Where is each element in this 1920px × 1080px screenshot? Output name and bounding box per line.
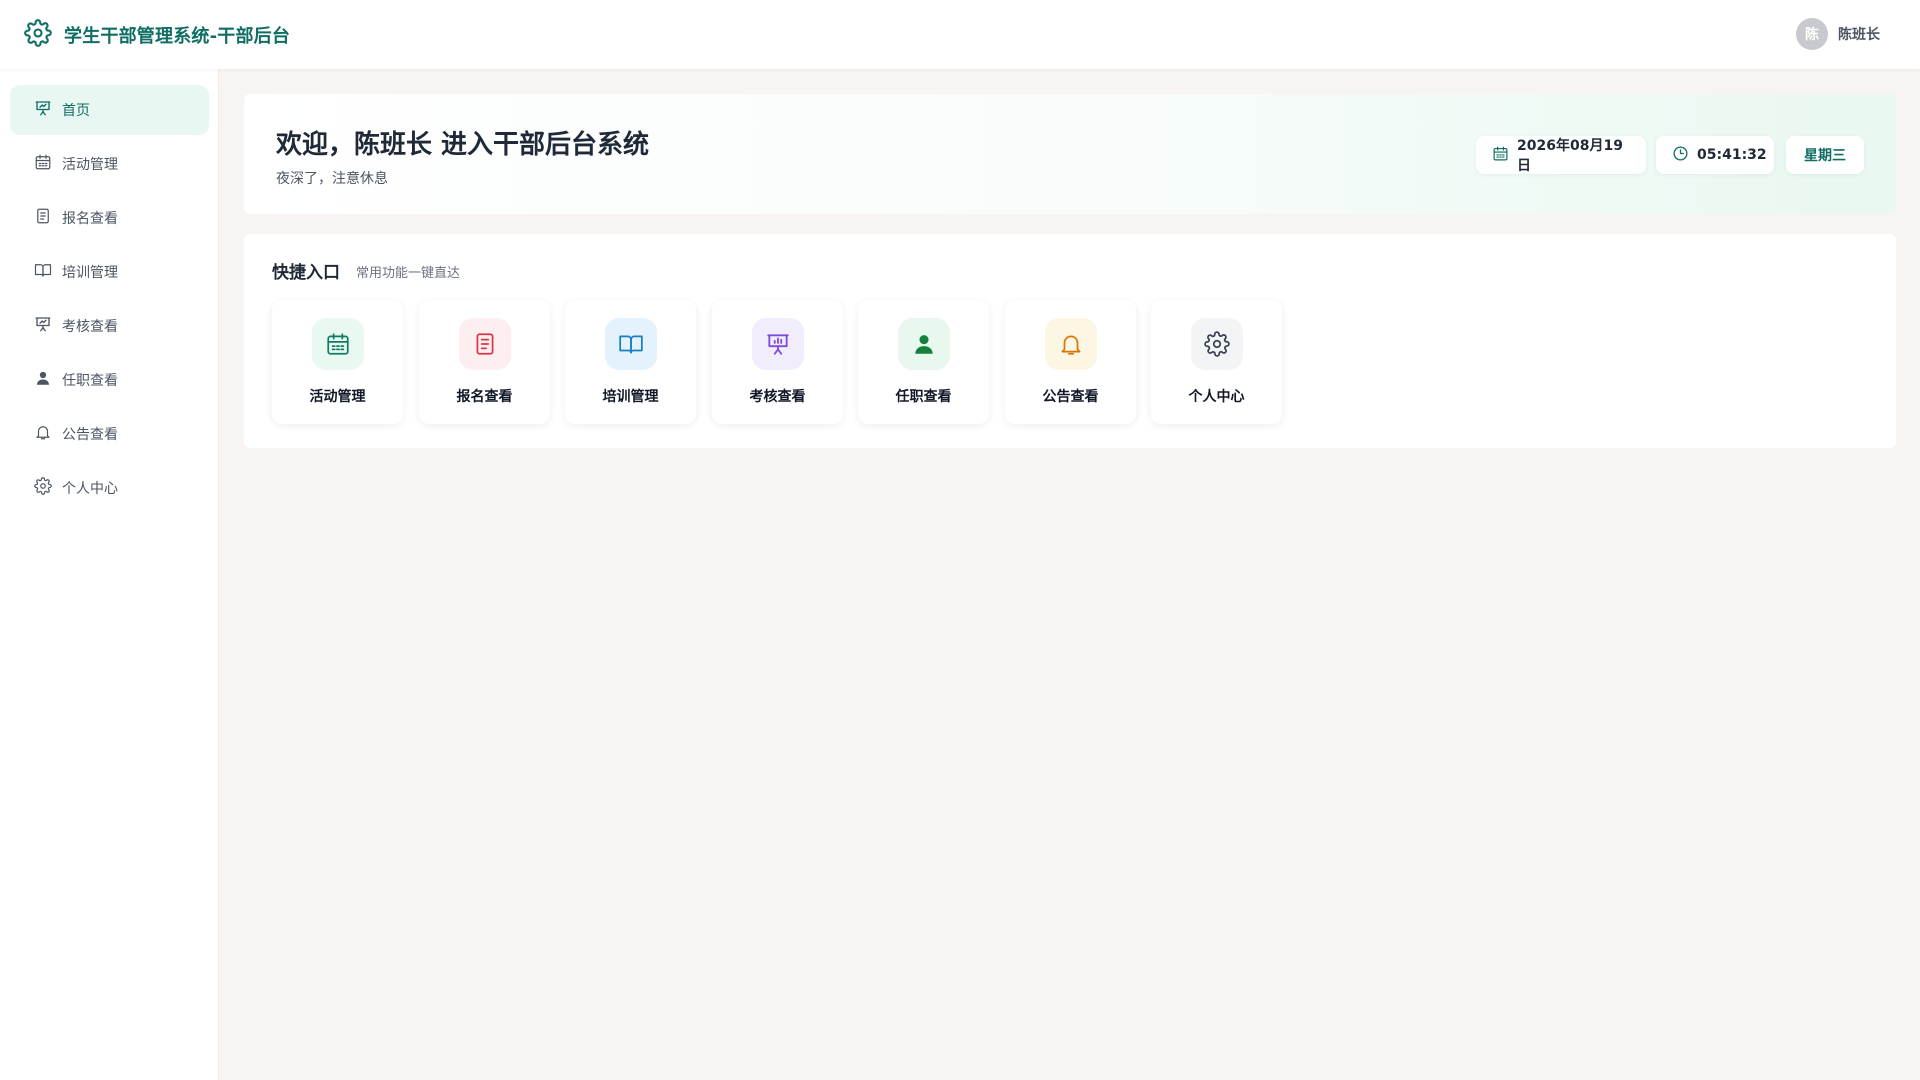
avatar: 陈 <box>1796 18 1828 50</box>
book-icon <box>605 318 657 370</box>
welcome-banner: 欢迎，陈班长 进入干部后台系统 夜深了，注意休息 2026年08月19日 05:… <box>244 94 1896 214</box>
document-icon <box>34 207 52 229</box>
sidebar-item-position[interactable]: 任职查看 <box>10 355 209 405</box>
time-text: 05:41:32 <box>1697 147 1767 163</box>
calendar-icon <box>1492 145 1517 166</box>
sidebar-item-notice[interactable]: 公告查看 <box>10 409 209 459</box>
gear-icon <box>34 477 52 499</box>
quick-card-activity[interactable]: 活动管理 <box>272 300 403 424</box>
quick-card-label: 个人中心 <box>1188 389 1245 405</box>
presentation-icon <box>34 315 52 337</box>
welcome-subtitle: 夜深了，注意休息 <box>276 171 388 187</box>
quick-card-assessment[interactable]: 考核查看 <box>712 300 843 424</box>
user-icon <box>34 369 52 391</box>
sidebar-item-registration[interactable]: 报名查看 <box>10 193 209 243</box>
document-icon <box>459 318 511 370</box>
welcome-title: 欢迎，陈班长 进入干部后台系统 <box>276 130 650 160</box>
sidebar-item-label: 公告查看 <box>62 427 118 443</box>
presentation-icon <box>752 318 804 370</box>
time-display: 05:41:32 <box>1656 136 1774 174</box>
quick-access-title: 快捷入口 <box>272 263 340 283</box>
quick-card-label: 报名查看 <box>456 389 513 405</box>
app-title: 学生干部管理系统-干部后台 <box>64 25 291 47</box>
calendar-icon <box>312 318 364 370</box>
top-bar: 学生干部管理系统-干部后台 陈 陈班长 <box>0 0 1920 69</box>
quick-card-label: 活动管理 <box>309 389 366 405</box>
calendar-icon <box>34 153 52 175</box>
brand[interactable]: 学生干部管理系统-干部后台 <box>24 18 291 51</box>
presentation-icon <box>34 99 52 121</box>
quick-card-position[interactable]: 任职查看 <box>858 300 989 424</box>
sidebar-item-label: 报名查看 <box>62 211 118 227</box>
sidebar-item-assessment[interactable]: 考核查看 <box>10 301 209 351</box>
book-icon <box>34 261 52 283</box>
date-display: 2026年08月19日 <box>1476 136 1646 174</box>
sidebar-item-training[interactable]: 培训管理 <box>10 247 209 297</box>
sidebar: 首页 活动管理 报名查看 培训管理 考核查看 任职查看 公告查看 个人中心 <box>0 69 219 1080</box>
user-name: 陈班长 <box>1838 27 1880 43</box>
quick-card-notice[interactable]: 公告查看 <box>1005 300 1136 424</box>
sidebar-item-label: 培训管理 <box>62 265 118 281</box>
weekday-badge: 星期三 <box>1786 136 1864 174</box>
sidebar-item-home[interactable]: 首页 <box>10 85 209 135</box>
date-text: 2026年08月19日 <box>1517 138 1623 174</box>
bell-icon <box>1045 318 1097 370</box>
sidebar-item-profile[interactable]: 个人中心 <box>10 463 209 513</box>
gear-icon <box>1191 318 1243 370</box>
sidebar-item-activity[interactable]: 活动管理 <box>10 139 209 189</box>
quick-access-panel: 快捷入口 常用功能一键直达 活动管理 报名查看 培训管理 考核查看 任职查看 公… <box>244 234 1896 448</box>
quick-card-label: 考核查看 <box>749 389 806 405</box>
quick-card-label: 公告查看 <box>1042 389 1099 405</box>
user-icon <box>898 318 950 370</box>
sidebar-item-label: 任职查看 <box>62 373 118 389</box>
sidebar-item-label: 活动管理 <box>62 157 118 173</box>
quick-card-profile[interactable]: 个人中心 <box>1151 300 1282 424</box>
quick-card-registration[interactable]: 报名查看 <box>419 300 550 424</box>
user-menu[interactable]: 陈 陈班长 <box>1796 18 1880 50</box>
quick-card-training[interactable]: 培训管理 <box>565 300 696 424</box>
sidebar-item-label: 个人中心 <box>62 481 118 497</box>
sidebar-item-label: 考核查看 <box>62 319 118 335</box>
clock-icon <box>1672 145 1697 166</box>
bell-icon <box>34 423 52 445</box>
gear-icon <box>24 18 52 51</box>
quick-access-subtitle: 常用功能一键直达 <box>356 266 461 281</box>
sidebar-item-label: 首页 <box>62 103 90 119</box>
quick-card-label: 培训管理 <box>602 389 659 405</box>
quick-card-label: 任职查看 <box>895 389 952 405</box>
